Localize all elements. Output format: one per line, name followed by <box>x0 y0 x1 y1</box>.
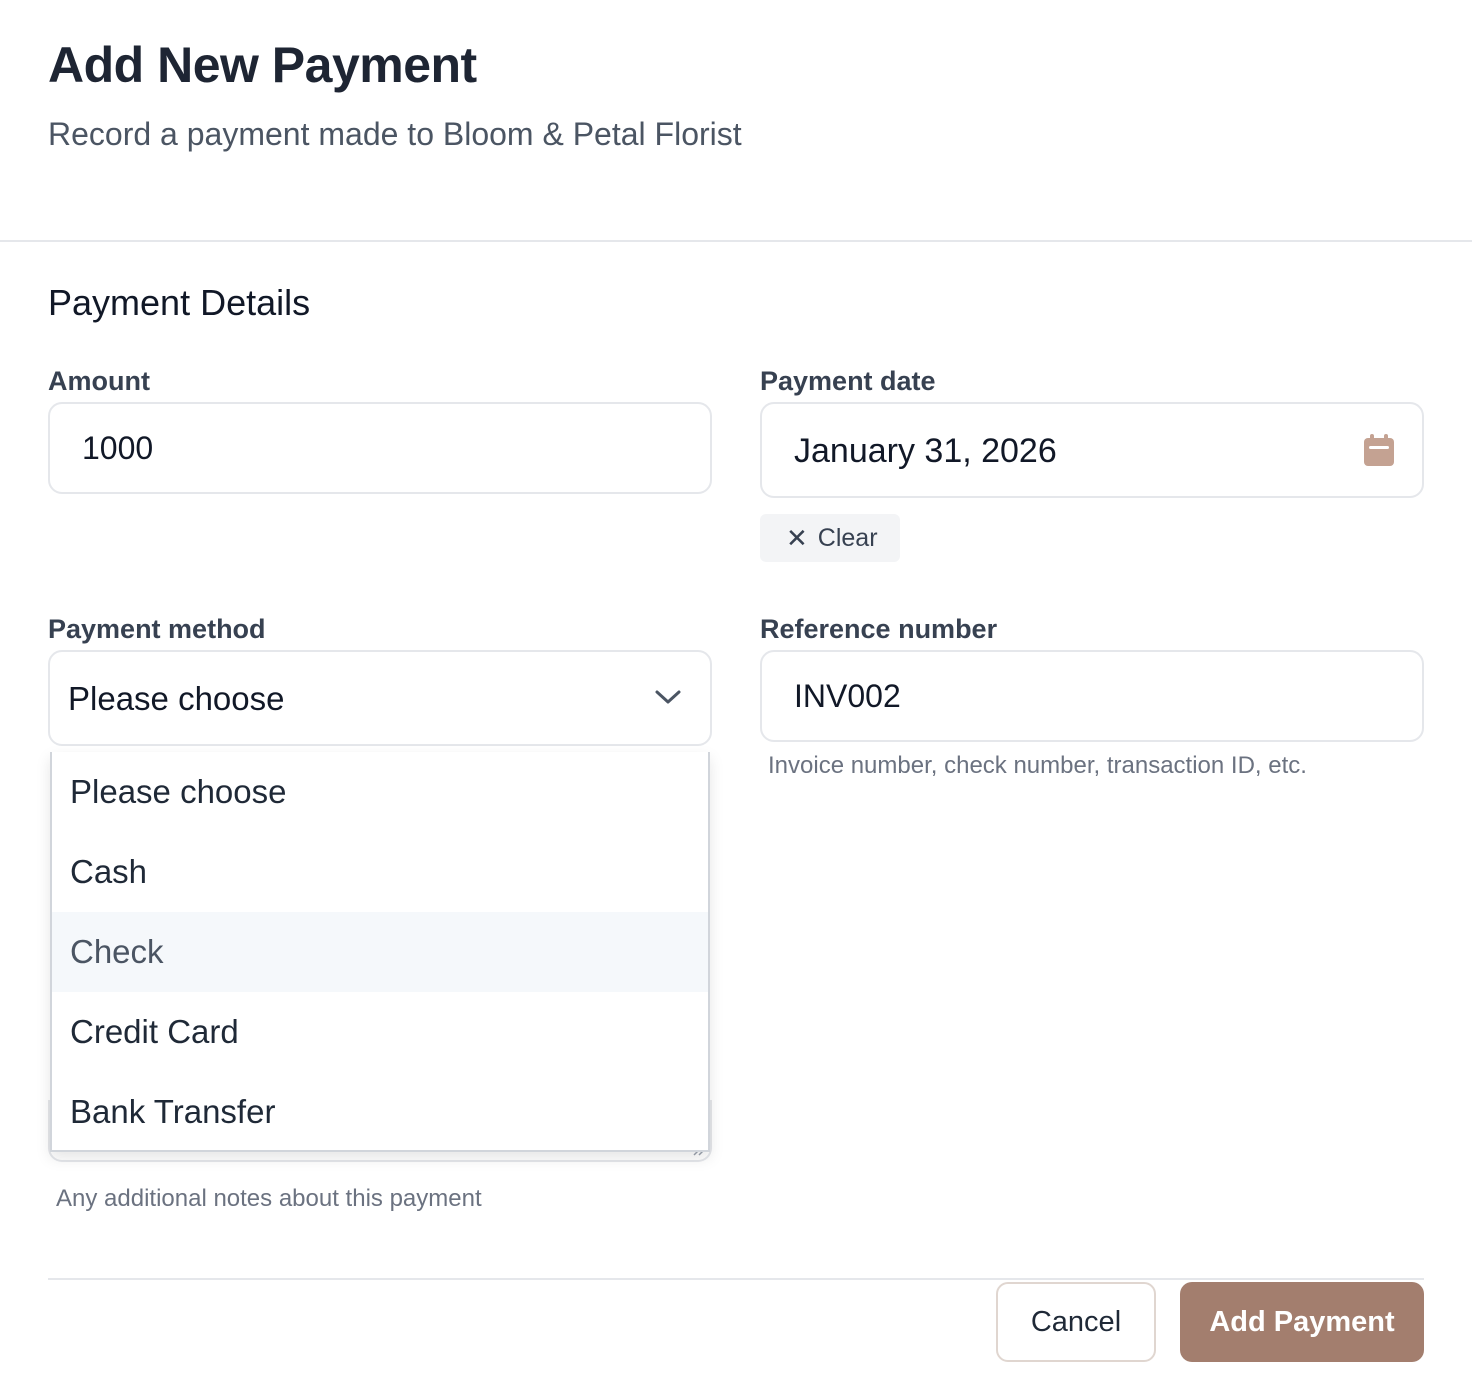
option-cash[interactable]: Cash <box>52 832 708 912</box>
dialog-subtitle: Record a payment made to Bloom & Petal F… <box>48 116 742 152</box>
calendar-icon[interactable] <box>1362 434 1396 468</box>
payment-date-picker[interactable]: January 31, 2026 <box>760 402 1424 498</box>
clear-date-button[interactable]: ✕ Clear <box>760 514 900 562</box>
option-bank-transfer[interactable]: Bank Transfer <box>52 1072 708 1150</box>
clear-date-label: Clear <box>817 523 878 552</box>
option-check[interactable]: Check <box>52 912 708 992</box>
payment-method-select[interactable]: Please choose <box>48 650 712 746</box>
payment-date-value: January 31, 2026 <box>794 432 1057 470</box>
amount-label: Amount <box>48 366 150 396</box>
add-payment-dialog: Add New Payment Record a payment made to… <box>0 0 1472 1392</box>
section-title: Payment Details <box>48 282 311 323</box>
header-divider <box>0 240 1472 242</box>
option-credit-card[interactable]: Credit Card <box>52 992 708 1072</box>
payment-method-label: Payment method <box>48 614 266 644</box>
payment-date-label: Payment date <box>760 366 936 396</box>
payment-method-selected: Please choose <box>68 680 285 717</box>
option-please-choose[interactable]: Please choose <box>52 752 708 832</box>
notes-helper: Any additional notes about this payment <box>56 1185 482 1212</box>
dialog-title: Add New Payment <box>48 37 477 93</box>
reference-number-helper: Invoice number, check number, transactio… <box>768 752 1307 779</box>
chevron-down-icon <box>655 690 681 704</box>
close-icon: ✕ <box>786 523 808 553</box>
footer-divider <box>48 1278 1424 1280</box>
add-payment-button[interactable]: Add Payment <box>1180 1282 1424 1362</box>
cancel-button[interactable]: Cancel <box>996 1282 1156 1362</box>
reference-number-input[interactable] <box>760 650 1424 742</box>
reference-number-label: Reference number <box>760 614 998 644</box>
amount-input[interactable] <box>48 402 712 494</box>
payment-method-options: Please choose Cash Check Credit Card Ban… <box>50 752 710 1152</box>
